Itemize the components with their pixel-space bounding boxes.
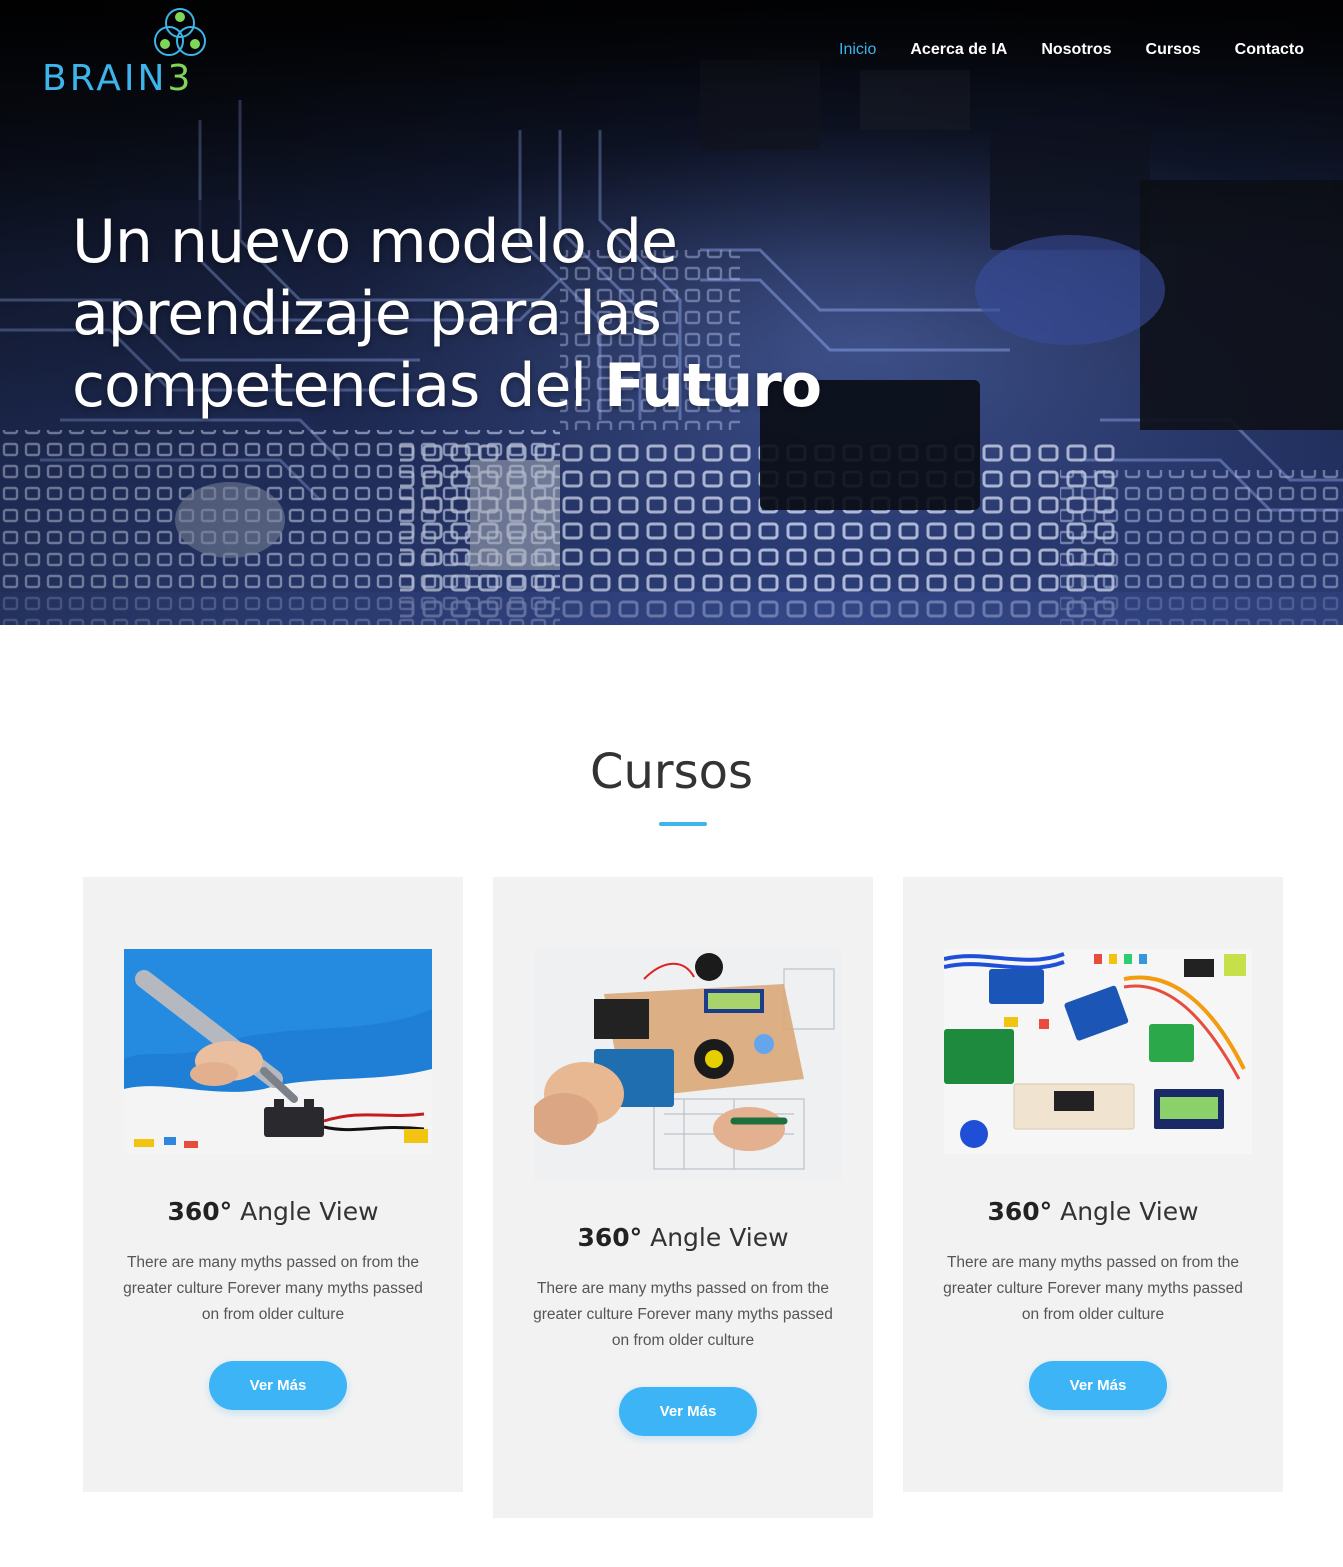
course-card-heading: 360° Angle View	[987, 1197, 1199, 1226]
hero-line-3: competencias del	[72, 351, 605, 421]
nav-item-inicio[interactable]: Inicio	[839, 38, 876, 62]
logo-wordmark: BRAIN3	[42, 58, 194, 99]
nav-item-cursos[interactable]: Cursos	[1146, 38, 1201, 62]
ver-mas-button[interactable]: Ver Más	[619, 1387, 757, 1436]
nav-item-contacto[interactable]: Contacto	[1235, 38, 1304, 62]
course-image-soldering	[124, 949, 432, 1154]
course-card-heading: 360° Angle View	[167, 1197, 379, 1226]
course-card-description: There are many myths passed on from the …	[533, 1280, 833, 1349]
course-image-robot-car	[534, 949, 842, 1180]
hero-headline: Un nuevo modelo de aprendizaje para las …	[72, 206, 892, 422]
course-card: 360° Angle View There are many myths pas…	[493, 877, 873, 1518]
title-underline-divider	[659, 822, 707, 826]
course-card: 360° Angle View There are many myths pas…	[83, 877, 463, 1492]
course-image-electronics-kit	[944, 949, 1252, 1154]
course-card-description: There are many myths passed on from the …	[123, 1254, 423, 1323]
course-card-description: There are many myths passed on from the …	[943, 1254, 1243, 1323]
brain3-logo[interactable]: BRAIN3	[42, 6, 212, 99]
ver-mas-button[interactable]: Ver Más	[1029, 1361, 1167, 1410]
course-card-heading: 360° Angle View	[577, 1223, 789, 1252]
nav-item-nosotros[interactable]: Nosotros	[1041, 38, 1111, 62]
ver-mas-button[interactable]: Ver Más	[209, 1361, 347, 1410]
three-circles-logo-icon	[154, 8, 206, 56]
courses-section-title: Cursos	[589, 744, 754, 800]
course-card: 360° Angle View There are many myths pas…	[903, 877, 1283, 1492]
hero-line-2: aprendizaje para las	[72, 279, 662, 349]
hero-highlight-word: Futuro	[604, 351, 822, 421]
main-nav: Inicio Acerca de IA Nosotros Cursos Cont…	[839, 38, 1304, 62]
hero-line-1: Un nuevo modelo de	[72, 207, 678, 277]
hero-section: BRAIN3 Inicio Acerca de IA Nosotros Curs…	[0, 0, 1343, 625]
nav-item-acerca-de-ia[interactable]: Acerca de IA	[910, 38, 1007, 62]
